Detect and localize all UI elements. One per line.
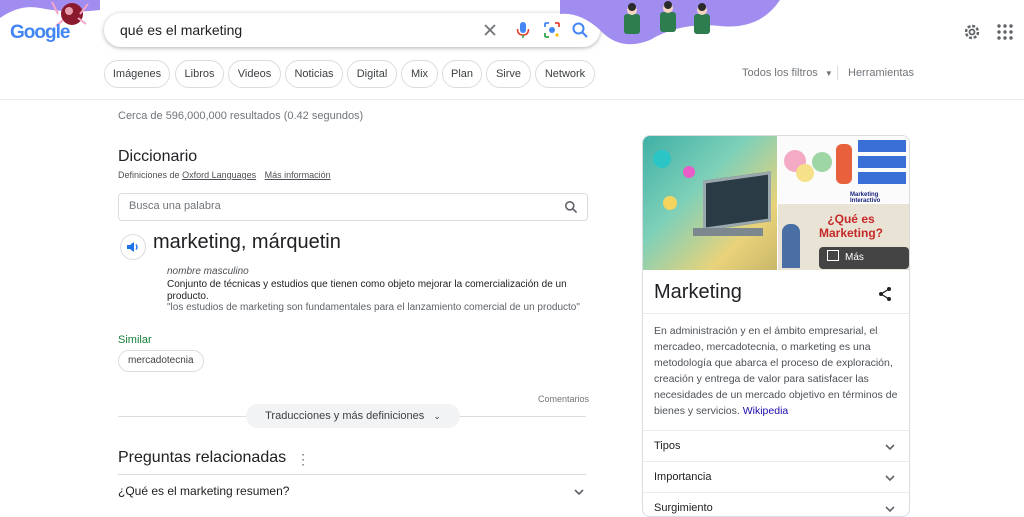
wikipedia-link[interactable]: Wikipedia	[743, 405, 789, 417]
divider	[837, 66, 838, 80]
word-search-placeholder: Busca una palabra	[129, 200, 221, 212]
chevron-down-icon[interactable]	[883, 471, 897, 485]
more-options-icon[interactable]: ⋮	[296, 451, 310, 468]
definition: Conjunto de técnicas y estudios que tien…	[167, 279, 567, 302]
chevron-down-icon[interactable]	[883, 502, 897, 516]
chip-videos[interactable]: Videos	[228, 60, 281, 88]
doodle-dancers	[560, 0, 780, 45]
chip-plan[interactable]: Plan	[442, 60, 482, 88]
info-box	[858, 156, 906, 168]
marketing-image-main[interactable]	[643, 136, 777, 270]
description-text: En administración y en el ámbito empresa…	[654, 325, 898, 417]
marketing-image-infographic[interactable]: Marketing Interactivo	[778, 136, 909, 204]
divider	[643, 313, 909, 314]
chip-libros[interactable]: Libros	[175, 60, 224, 88]
info-box	[858, 172, 906, 184]
chip-sirve[interactable]: Sirve	[486, 60, 531, 88]
chevron-down-icon: ⌄	[433, 411, 441, 421]
laptop-image	[703, 171, 771, 231]
expander-surgimiento[interactable]: Surgimiento	[654, 502, 713, 514]
headword: marketing, márquetin	[153, 231, 341, 253]
image-icon	[827, 250, 839, 261]
oxford-link[interactable]: Oxford Languages	[182, 170, 256, 180]
translations-label: Traducciones y más definiciones	[265, 410, 425, 422]
part-of-speech: nombre masculino	[167, 266, 249, 277]
entity-title: Marketing	[654, 281, 742, 303]
info-box	[858, 140, 906, 152]
divider	[643, 430, 909, 431]
image-text: ¿Qué es Marketing?	[818, 212, 883, 240]
cartoon-figure	[782, 224, 800, 268]
laptop-base	[693, 228, 763, 236]
source-prefix: Definiciones de	[118, 170, 180, 180]
search-icon[interactable]	[563, 199, 579, 215]
lens-icon[interactable]	[542, 20, 562, 40]
chip-imagenes[interactable]: Imágenes	[104, 60, 170, 88]
settings-icon[interactable]	[962, 22, 982, 42]
example-sentence: "los estudios de marketing son fundament…	[167, 302, 580, 313]
knowledge-panel: Marketing Interactivo ¿Qué es Marketing? …	[642, 135, 910, 517]
word-search-field[interactable]: Busca una palabra	[118, 193, 588, 221]
similar-label: Similar	[118, 334, 152, 346]
comments-link[interactable]: Comentarios	[538, 394, 589, 404]
image-caption: Marketing Interactivo	[850, 192, 881, 204]
expander-importancia[interactable]: Importancia	[654, 471, 711, 483]
dictionary-source: Definiciones de Oxford Languages Más inf…	[118, 170, 331, 180]
person-figure	[836, 144, 852, 184]
search-input[interactable]: qué es el marketing	[120, 22, 242, 38]
result-stats: Cerca de 596,000,000 resultados (0.42 se…	[118, 110, 364, 122]
entity-description: En administración y en el ámbito empresa…	[654, 323, 900, 419]
chevron-down-icon[interactable]	[572, 485, 586, 499]
google-logo[interactable]: Google	[10, 22, 70, 44]
mic-icon[interactable]	[513, 20, 533, 40]
related-questions-title: Preguntas relacionadas	[118, 449, 287, 466]
search-box[interactable]: qué es el marketing	[104, 13, 600, 47]
dictionary-title: Diccionario	[118, 148, 198, 165]
chip-digital[interactable]: Digital	[347, 60, 397, 88]
caret-down-icon: ▼	[824, 69, 833, 78]
related-question[interactable]: ¿Qué es el marketing resumen?	[118, 484, 289, 498]
translations-button[interactable]: Traducciones y más definiciones ⌄	[246, 404, 460, 428]
apps-icon[interactable]	[995, 22, 1015, 42]
divider	[643, 492, 909, 493]
share-icon[interactable]	[877, 286, 893, 302]
header-divider	[0, 99, 1024, 100]
speaker-icon[interactable]	[120, 234, 146, 260]
chip-noticias[interactable]: Noticias	[285, 60, 343, 88]
all-filters-button[interactable]: Todos los filtros ▼	[742, 67, 833, 79]
clear-icon[interactable]	[480, 20, 500, 40]
all-filters-label: Todos los filtros	[742, 67, 818, 79]
chevron-down-icon[interactable]	[883, 440, 897, 454]
divider	[118, 474, 586, 475]
expander-tipos[interactable]: Tipos	[654, 440, 681, 452]
divider	[643, 461, 909, 462]
more-info-link[interactable]: Más información	[265, 170, 331, 180]
synonym-chip[interactable]: mercadotecnia	[118, 350, 204, 372]
tools-button[interactable]: Herramientas	[848, 67, 914, 79]
chip-network[interactable]: Network	[535, 60, 595, 88]
more-images-button[interactable]: Más imágenes	[819, 247, 909, 285]
chip-mix[interactable]: Mix	[401, 60, 438, 88]
